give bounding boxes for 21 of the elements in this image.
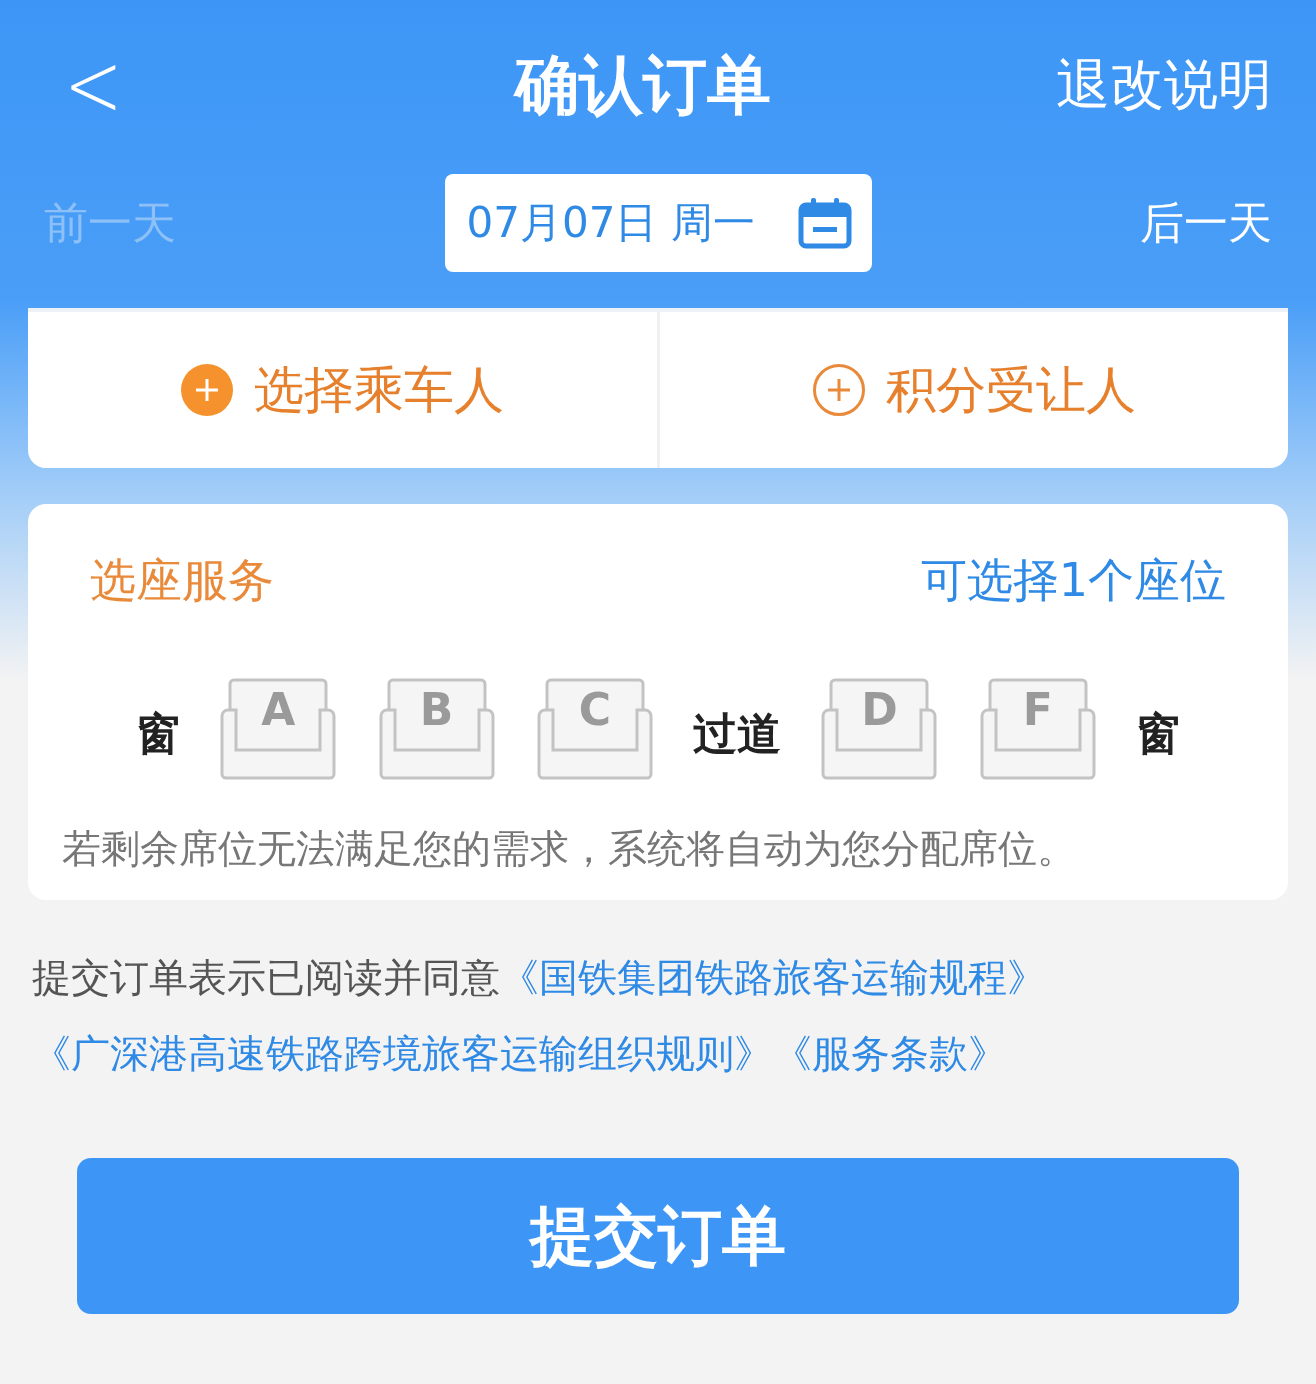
section-title: 选座服务 — [90, 552, 274, 609]
page-title: 确认订单 — [515, 46, 771, 124]
seat-position-label: 窗 — [136, 706, 180, 761]
seat-note: 若剩余席位无法满足您的需求，系统将自动为您分配席位。 — [62, 825, 1077, 873]
date-picker[interactable]: 07月07日 周一 — [444, 174, 872, 272]
add-person-button[interactable]: 选择乘车人 — [28, 312, 657, 468]
plus-icon — [811, 363, 866, 417]
add-person-button[interactable]: 积分受让人 — [659, 312, 1288, 468]
refund-rules-link[interactable]: 退改说明 — [1012, 48, 1272, 122]
agreement-link[interactable]: 《国铁集团铁路旅客运输规程》 — [500, 955, 1046, 1000]
agreement-text: 提交订单表示已阅读并同意《国铁集团铁路旅客运输规程》 《广深港高速铁路跨境旅客运输组织规则》《服务条款》 — [32, 954, 1047, 1078]
plus-icon — [180, 363, 235, 417]
calendar-icon — [797, 197, 852, 249]
submit-order-button[interactable]: 提交订单 — [77, 1158, 1239, 1314]
seat-position-label: 窗 — [1135, 706, 1180, 761]
seat-position-label: 过道 — [693, 706, 782, 761]
back-button[interactable]: < — [44, 39, 274, 131]
agreement-link[interactable]: 《服务条款》 — [773, 1031, 1007, 1076]
agreement-link[interactable]: 《广深港高速铁路跨境旅客运输组织规则》 — [32, 1031, 773, 1076]
seat-count-hint: 可选择1个座位 — [920, 552, 1226, 609]
next-day-button[interactable]: 后一天 — [1122, 193, 1272, 253]
